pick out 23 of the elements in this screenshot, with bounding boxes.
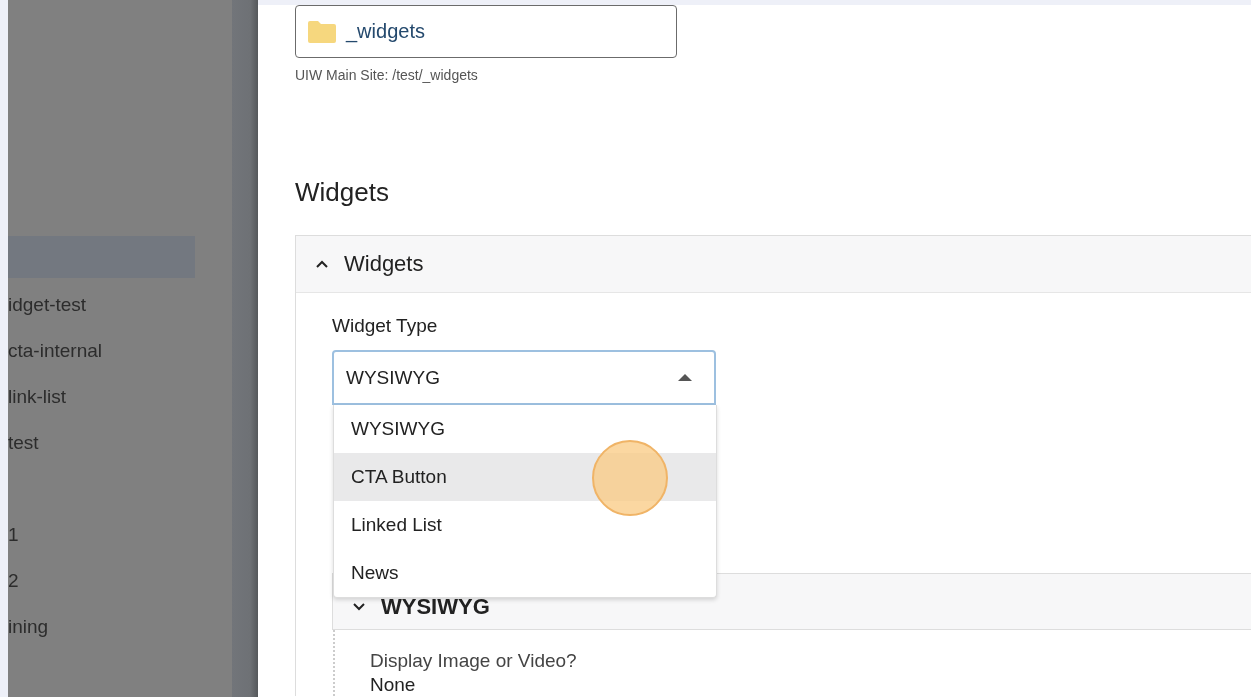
sidebar-item[interactable]: idget-test bbox=[8, 282, 195, 328]
accordion-title: Widgets bbox=[344, 251, 424, 277]
field-label: Widget Type bbox=[332, 315, 439, 338]
folder-field[interactable]: _widgets bbox=[295, 5, 677, 58]
sidebar-item[interactable]: 1 bbox=[8, 512, 195, 558]
sidebar-item[interactable]: link-list bbox=[8, 374, 195, 420]
folder-name: _widgets bbox=[346, 20, 425, 43]
dropdown-option[interactable]: Linked List bbox=[334, 501, 716, 549]
sidebar-item[interactable] bbox=[8, 236, 195, 278]
sidebar-item[interactable]: test bbox=[8, 420, 195, 466]
chevron-icon bbox=[353, 602, 365, 611]
folder-icon bbox=[308, 20, 336, 43]
caret-icon bbox=[678, 374, 692, 381]
field-value: None bbox=[370, 674, 417, 696]
accordion-chevron-icon bbox=[316, 260, 328, 268]
accordion-header[interactable]: Widgets bbox=[296, 236, 1251, 293]
sidebar-item[interactable]: cta-internal bbox=[8, 328, 195, 374]
field-label: Display Image or Video? bbox=[370, 650, 578, 672]
section-title: Widgets bbox=[295, 176, 390, 209]
dropdown-option[interactable]: WYSIWYG bbox=[334, 405, 716, 453]
path-caption: UIW Main Site: /test/_widgets bbox=[295, 67, 479, 83]
sidebar-item[interactable]: 2 bbox=[8, 558, 195, 604]
sidebar-item[interactable]: ining bbox=[8, 604, 195, 650]
